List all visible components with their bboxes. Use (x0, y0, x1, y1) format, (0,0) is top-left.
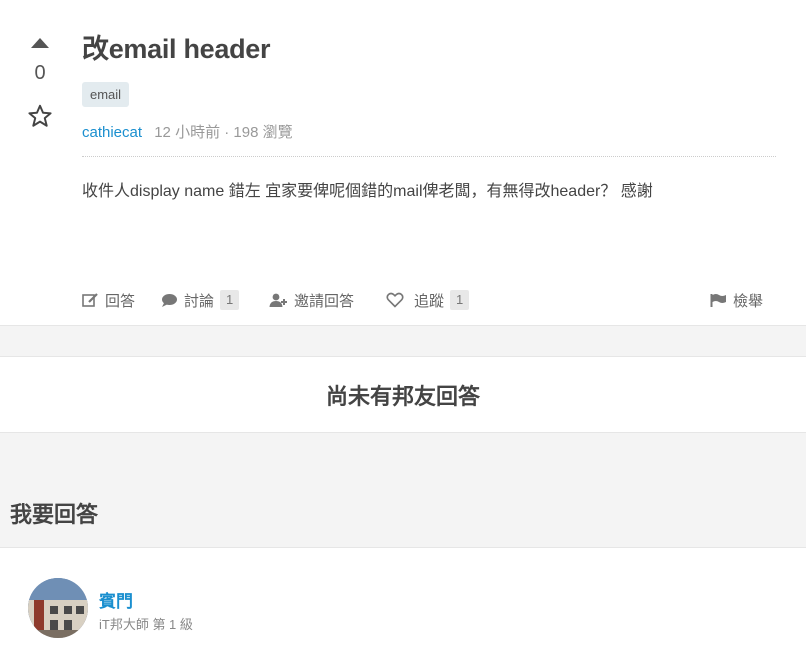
question-actions: 回答 討論 1 邀請回答 追蹤 1 檢舉 (82, 288, 766, 312)
report-action[interactable]: 檢舉 (710, 288, 763, 312)
comment-icon (162, 293, 177, 307)
report-label: 檢舉 (733, 292, 764, 310)
answer-label: 回答 (105, 292, 136, 310)
question-main: 改email header email cathiecat 12 小時前 · 1… (82, 30, 776, 205)
answer-action[interactable]: 回答 (82, 288, 135, 312)
invite-label: 邀請回答 (294, 292, 355, 310)
edit-icon (82, 292, 98, 307)
discuss-count-badge: 1 (220, 290, 240, 310)
user-rank: iT邦大師 第 1 級 (99, 617, 193, 632)
answer-user-card: 賓門 iT邦大師 第 1 級 (0, 548, 806, 652)
avatar[interactable] (28, 578, 88, 638)
author-link[interactable]: cathiecat (82, 124, 142, 141)
no-answer-banner: 尚未有邦友回答 (0, 356, 806, 433)
user-plus-icon (269, 293, 287, 307)
question-time-views: 12 小時前 · 198 瀏覽 (154, 124, 293, 141)
question-title: 改email header (82, 34, 271, 64)
question-panel: 0 改email header email cathiecat 12 小時前 ·… (0, 0, 806, 325)
tag-email[interactable]: email (82, 82, 130, 107)
upvote-arrow-icon[interactable] (31, 38, 49, 48)
question-meta: cathiecat 12 小時前 · 198 瀏覽 (82, 121, 776, 157)
follow-label: 追蹤 (414, 292, 445, 310)
user-name-link[interactable]: 賓門 (99, 587, 133, 612)
my-answer-section: 我要回答 (0, 433, 806, 548)
avatar-photo (28, 578, 88, 638)
discuss-action[interactable]: 討論 1 (161, 288, 240, 312)
my-answer-heading: 我要回答 (10, 502, 99, 527)
heart-icon (386, 292, 404, 308)
vote-column: 0 (20, 38, 60, 129)
vote-count: 0 (34, 62, 46, 84)
invite-action[interactable]: 邀請回答 (269, 288, 354, 312)
follow-count-badge: 1 (450, 290, 470, 310)
star-icon[interactable] (27, 103, 53, 129)
flag-icon (710, 293, 726, 307)
section-spacer (0, 325, 806, 356)
follow-action[interactable]: 追蹤 1 (386, 288, 470, 312)
question-body: 收件人display name 錯左 宜家要俾呢個錯的mail俾老闆，有無得改h… (82, 183, 653, 200)
discuss-label: 討論 (184, 292, 215, 310)
